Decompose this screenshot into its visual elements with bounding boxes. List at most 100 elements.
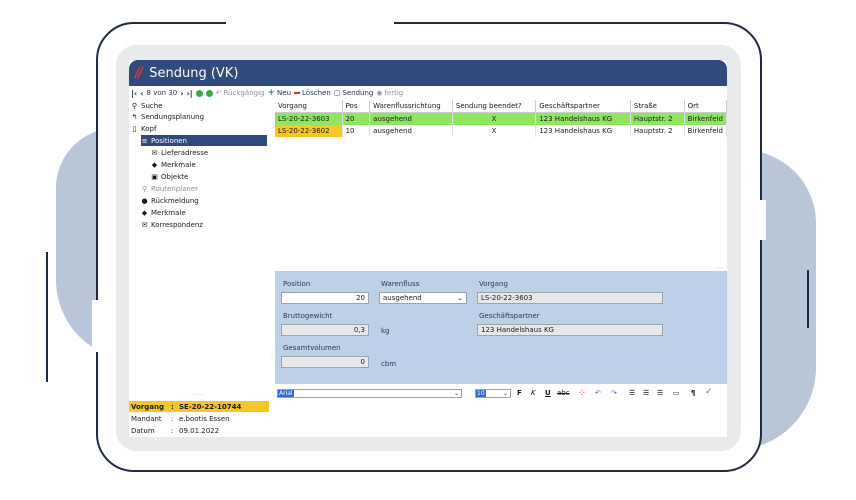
map-pin-icon: ⚲ (141, 184, 148, 193)
document-icon: ▯ (132, 124, 137, 133)
undo-icon: ↶ (215, 89, 222, 97)
underline-button[interactable]: U (545, 389, 551, 397)
column-header-warenflussrichtung[interactable]: Warenflussrichtung (369, 100, 453, 113)
cell-vorgang[interactable]: LS-20-22-3603 (275, 112, 343, 125)
sidebar-item-rueckmeldung[interactable]: ● Rückmeldung (141, 195, 267, 206)
position-input[interactable]: 20 (281, 292, 369, 304)
column-header-ort[interactable]: Ort (684, 100, 727, 113)
cell-warenflussrichtung[interactable]: ausgehend (369, 112, 453, 125)
gesamtvolumen-label: Gesamtvolumen (283, 344, 341, 352)
cell-sendung-beendet[interactable]: X (452, 112, 537, 125)
envelope-icon: ✉ (151, 148, 158, 157)
column-header-sendung-beendet[interactable]: Sendung beendet? (452, 100, 537, 113)
cell-geschaeftspartner[interactable]: 123 Handelshaus KG (535, 112, 631, 125)
check-circle-icon: ◉ (376, 89, 383, 97)
decorative-line-right (807, 270, 809, 328)
sidebar-item-label: Suche (141, 101, 163, 110)
info-row-mandant: Mandant: e.bootis Essen (131, 414, 230, 423)
vorgang-field[interactable]: LS-20-22-3603 (477, 292, 663, 304)
bruttogewicht-unit: kg (381, 327, 390, 335)
app-logo-icon: // (135, 65, 143, 81)
font-size-select[interactable]: 10 ⌄ (475, 389, 511, 398)
bruttogewicht-field[interactable]: 0,3 (281, 324, 369, 336)
sidebar-item-merkmale-pos[interactable]: ◆ Merkmale (151, 159, 267, 170)
position-label: Position (283, 280, 311, 288)
splitter-grip-icon: · · · (271, 348, 273, 361)
sidebar-item-label: Kopf (141, 124, 157, 133)
save-icon[interactable] (205, 89, 213, 97)
cell-pos[interactable]: 10 (342, 125, 371, 137)
align-right-icon[interactable]: ☰ (657, 389, 663, 397)
undo-icon[interactable]: ↶ (595, 389, 601, 397)
main-panel: Vorgang Pos Warenflussrichtung Sendung b… (275, 100, 727, 437)
planning-icon: ↰ (131, 112, 138, 121)
cell-strasse[interactable]: Hauptstr. 2 (630, 112, 685, 125)
column-header-geschaeftspartner[interactable]: Geschäftspartner (535, 100, 631, 113)
sidebar-item-routenplaner[interactable]: ⚲ Routenplaner (141, 183, 267, 194)
align-center-icon[interactable]: ☰ (643, 389, 649, 397)
last-record-icon[interactable]: ›| (187, 89, 193, 98)
text-editor-area[interactable] (275, 402, 727, 437)
font-family-value: Arial (278, 390, 294, 397)
paragraph-button[interactable]: ¶ (691, 389, 695, 397)
sidebar-item-suche[interactable]: ⚲ Suche (131, 100, 267, 111)
cell-sendung-beendet[interactable]: X (452, 125, 537, 137)
list-icon: ≡ (141, 136, 148, 145)
sidebar-item-objekte[interactable]: ▣ Objekte (151, 171, 267, 182)
cell-ort[interactable]: Birkenfeld (684, 112, 727, 125)
chevron-down-icon: ⌄ (453, 390, 459, 397)
sidebar-item-korrespondenz[interactable]: ✉ Korrespondenz (141, 219, 267, 230)
editor-toolbar: Arial ⌄ 10 ⌄ F K U abc ⁘ ↶ ↷ ☰ ☰ ☰ ▭ ¶ ✓ (275, 387, 727, 401)
object-icon: ▣ (151, 172, 158, 181)
info-value: 09.01.2022 (179, 426, 220, 435)
sidebar-item-merkmale[interactable]: ◆ Merkmale (141, 207, 267, 218)
cell-pos[interactable]: 20 (342, 112, 371, 125)
ruler-icon[interactable]: ▭ (673, 389, 680, 397)
new-label: Neu (277, 89, 292, 97)
sidebar-item-positionen[interactable]: ≡ Positionen (141, 135, 267, 146)
new-button[interactable]: + Neu (267, 88, 291, 98)
cell-strasse[interactable]: Hauptstr. 2 (630, 125, 685, 137)
warenfluss-select[interactable]: ausgehend ⌄ (379, 292, 467, 304)
gesamtvolumen-field[interactable]: 0 (281, 356, 369, 368)
next-record-icon[interactable]: › (180, 89, 183, 98)
window-title: Sendung (VK) (149, 65, 239, 81)
delete-button[interactable]: Löschen (294, 89, 331, 97)
align-left-icon[interactable]: ☰ (629, 389, 635, 397)
column-header-vorgang[interactable]: Vorgang (275, 100, 343, 113)
table-row[interactable]: LS-20-22-3602 10 ausgehend X 123 Handels… (275, 125, 727, 137)
done-button[interactable]: ◉ fertig (376, 89, 403, 97)
italic-button[interactable]: K (531, 389, 536, 397)
cell-ort[interactable]: Birkenfeld (684, 125, 727, 137)
font-family-select[interactable]: Arial ⌄ (277, 389, 462, 398)
sidebar-item-kopf[interactable]: ▯ Kopf (131, 123, 267, 134)
cell-geschaeftspartner[interactable]: 123 Handelshaus KG (535, 125, 631, 137)
column-header-pos[interactable]: Pos (342, 100, 371, 113)
column-header-strasse[interactable]: Straße (630, 100, 685, 113)
geschaeftspartner-field[interactable]: 123 Handelshaus KG (477, 324, 663, 336)
undo-button[interactable]: ↶ Rückgängig (216, 89, 265, 97)
shipment-button[interactable]: ▢ Sendung (334, 89, 374, 97)
prev-record-icon[interactable]: ‹ (140, 89, 143, 98)
color-picker-icon[interactable]: ⁘ (579, 389, 585, 397)
cell-warenflussrichtung[interactable]: ausgehend (369, 125, 453, 137)
bruttogewicht-label: Bruttogewicht (283, 312, 333, 320)
spellcheck-icon[interactable]: ✓ (705, 387, 713, 397)
chevron-down-icon: ⌄ (457, 294, 463, 302)
sidebar-item-lieferadresse[interactable]: ✉ Lieferadresse (151, 147, 267, 158)
cell-vorgang[interactable]: LS-20-22-3602 (275, 125, 343, 137)
sidebar-item-label: Lieferadresse (161, 148, 209, 157)
sidebar-splitter-handle[interactable]: ···· (193, 392, 205, 399)
first-record-icon[interactable]: |‹ (131, 89, 137, 98)
strikethrough-button[interactable]: abc (557, 389, 570, 397)
document-icon: ▢ (333, 89, 341, 97)
redo-icon[interactable]: ↷ (611, 389, 617, 397)
sidebar-item-sendungsplanung[interactable]: ↰ Sendungsplanung (131, 111, 267, 122)
table-row[interactable]: LS-20-22-3603 20 ausgehend X 123 Handels… (275, 112, 727, 125)
sidebar-item-label: Merkmale (161, 160, 196, 169)
refresh-icon[interactable] (195, 89, 203, 97)
toolbar: |‹ ‹ 8 von 30 › ›| ↶ Rückgängig + Neu Lösc… (129, 87, 727, 99)
record-info-panel: Vorgang: SE-20-22-10744 Mandant: e.bootis … (129, 400, 269, 437)
warenfluss-label: Warenfluss (381, 280, 420, 288)
bold-button[interactable]: F (517, 389, 522, 397)
